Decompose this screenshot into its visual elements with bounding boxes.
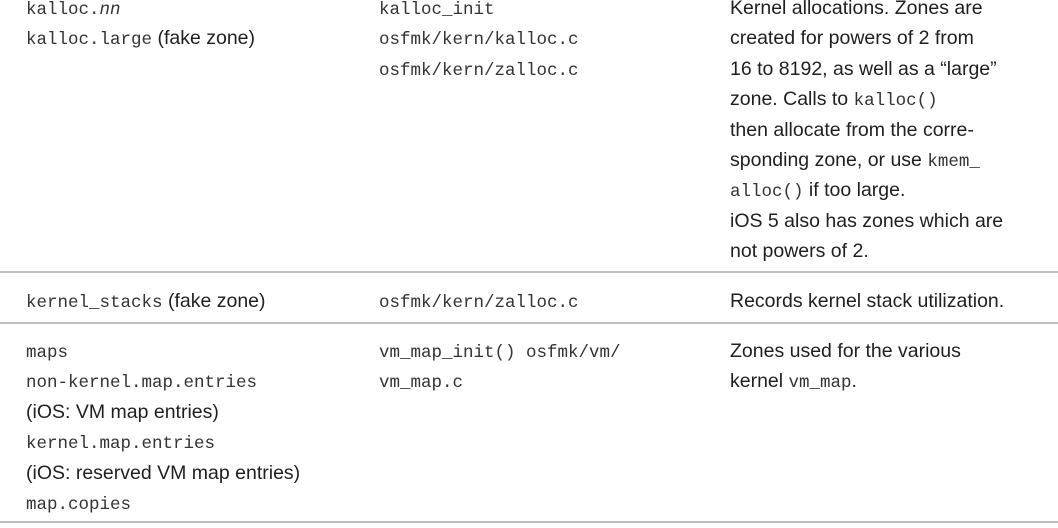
- cell-line: kernel_stacks (fake zone): [26, 286, 366, 316]
- code-text: kmem_: [927, 151, 980, 172]
- cell-line: map.copies: [26, 488, 366, 518]
- description-cell: Kernel allocations. Zones are created for…: [730, 0, 1058, 267]
- cell-line: created for powers of 2 from: [730, 23, 1058, 53]
- code-text: kalloc_init: [379, 0, 495, 20]
- text-run: (fake zone): [152, 27, 255, 50]
- cell-line: kernel vm_map.: [730, 366, 1058, 396]
- cell-line: 16 to 8192, as well as a “large”: [730, 54, 1058, 84]
- cell-line: then allocate from the corre-: [730, 115, 1058, 145]
- code-text: vm_map_init() osfmk/vm/: [379, 343, 621, 363]
- code-text: maps: [26, 343, 69, 363]
- cell-line: sponding zone, or use kmem_: [730, 145, 1058, 175]
- text-run: Records kernel stack utilization.: [730, 290, 1005, 312]
- source-file-cell: kalloc_init osfmk/kern/kalloc.c osfmk/kern…: [379, 0, 719, 84]
- cell-line: osfmk/kern/zalloc.c: [379, 54, 719, 84]
- text-run: created for powers of 2 from: [730, 27, 974, 50]
- text-run: sponding zone, or use: [730, 148, 928, 171]
- row-divider: [0, 322, 1058, 324]
- cell-line: kalloc.nn: [26, 0, 366, 23]
- code-text: map.copies: [26, 494, 132, 515]
- cell-line: vm_map.c: [379, 366, 719, 396]
- text-run: iOS 5 also has zones which are: [730, 209, 1004, 232]
- code-text: nn: [99, 0, 121, 20]
- cell-line: non-kernel.map.entries: [26, 366, 366, 396]
- code-text: non-kernel.map.entries: [26, 373, 258, 394]
- cell-line: alloc() if too large.: [730, 175, 1058, 205]
- row-divider: [0, 271, 1058, 273]
- text-run: Zones used for the various: [730, 340, 961, 362]
- cell-line: Records kernel stack utilization.: [730, 286, 1058, 316]
- cell-line: osfmk/kern/kalloc.c: [379, 23, 719, 53]
- cell-line: (iOS: VM map entries): [26, 397, 366, 427]
- text-run: (iOS: VM map entries): [26, 400, 219, 423]
- cell-line: (iOS: reserved VM map entries): [26, 458, 366, 488]
- text-run: then allocate from the corre-: [730, 118, 974, 141]
- text-run: .: [851, 370, 857, 393]
- cell-line: kalloc.large (fake zone): [26, 23, 366, 53]
- text-run: (fake zone): [162, 290, 266, 312]
- zone-name-cell: maps non-kernel.map.entries (iOS: VM map e…: [26, 336, 366, 518]
- zone-name-cell: kalloc.nn kalloc.large (fake zone): [26, 0, 366, 54]
- cell-line: Zones used for the various: [730, 336, 1058, 366]
- zone-name-cell: kernel_stacks (fake zone): [26, 286, 366, 316]
- text-run: kernel: [730, 370, 789, 393]
- code-text: osfmk/kern/zalloc.c: [379, 60, 579, 81]
- code-text: kernel.map.entries: [26, 434, 216, 455]
- cell-line: maps: [26, 336, 366, 366]
- cell-line: zone. Calls to kalloc(): [730, 84, 1058, 114]
- code-text: kalloc.: [26, 0, 100, 20]
- code-text: kalloc.large: [26, 30, 153, 51]
- cell-line: iOS 5 also has zones which are: [730, 206, 1058, 236]
- row-divider: [0, 521, 1058, 523]
- text-run: Kernel allocations. Zones are: [730, 0, 983, 19]
- cell-line: osfmk/kern/zalloc.c: [379, 286, 719, 316]
- code-text: vm_map.c: [379, 373, 464, 394]
- cell-line: Kernel allocations. Zones are: [730, 0, 1058, 23]
- cell-line: vm_map_init() osfmk/vm/: [379, 336, 719, 366]
- cell-line: not powers of 2.: [730, 236, 1058, 266]
- code-text: alloc(): [730, 182, 804, 203]
- description-cell: Zones used for the various kernel vm_map.: [730, 336, 1058, 397]
- code-text: osfmk/kern/zalloc.c: [379, 293, 579, 313]
- cell-line: kernel.map.entries: [26, 427, 366, 457]
- text-run: zone. Calls to: [730, 88, 854, 111]
- text-run: not powers of 2.: [730, 240, 869, 263]
- text-run: 16 to 8192, as well as a “large”: [730, 57, 997, 80]
- source-file-cell: vm_map_init() osfmk/vm/vm_map.c: [379, 336, 719, 397]
- cell-line: kalloc_init: [379, 0, 719, 23]
- source-file-cell: osfmk/kern/zalloc.c: [379, 286, 719, 316]
- text-run: if too large.: [803, 179, 906, 202]
- code-text: osfmk/kern/kalloc.c: [379, 30, 579, 51]
- code-text: vm_map: [788, 373, 852, 394]
- code-text: kalloc(): [853, 91, 938, 112]
- description-cell: Records kernel stack utilization.: [730, 286, 1058, 316]
- text-run: (iOS: reserved VM map entries): [26, 461, 301, 484]
- code-text: kernel_stacks: [26, 293, 163, 313]
